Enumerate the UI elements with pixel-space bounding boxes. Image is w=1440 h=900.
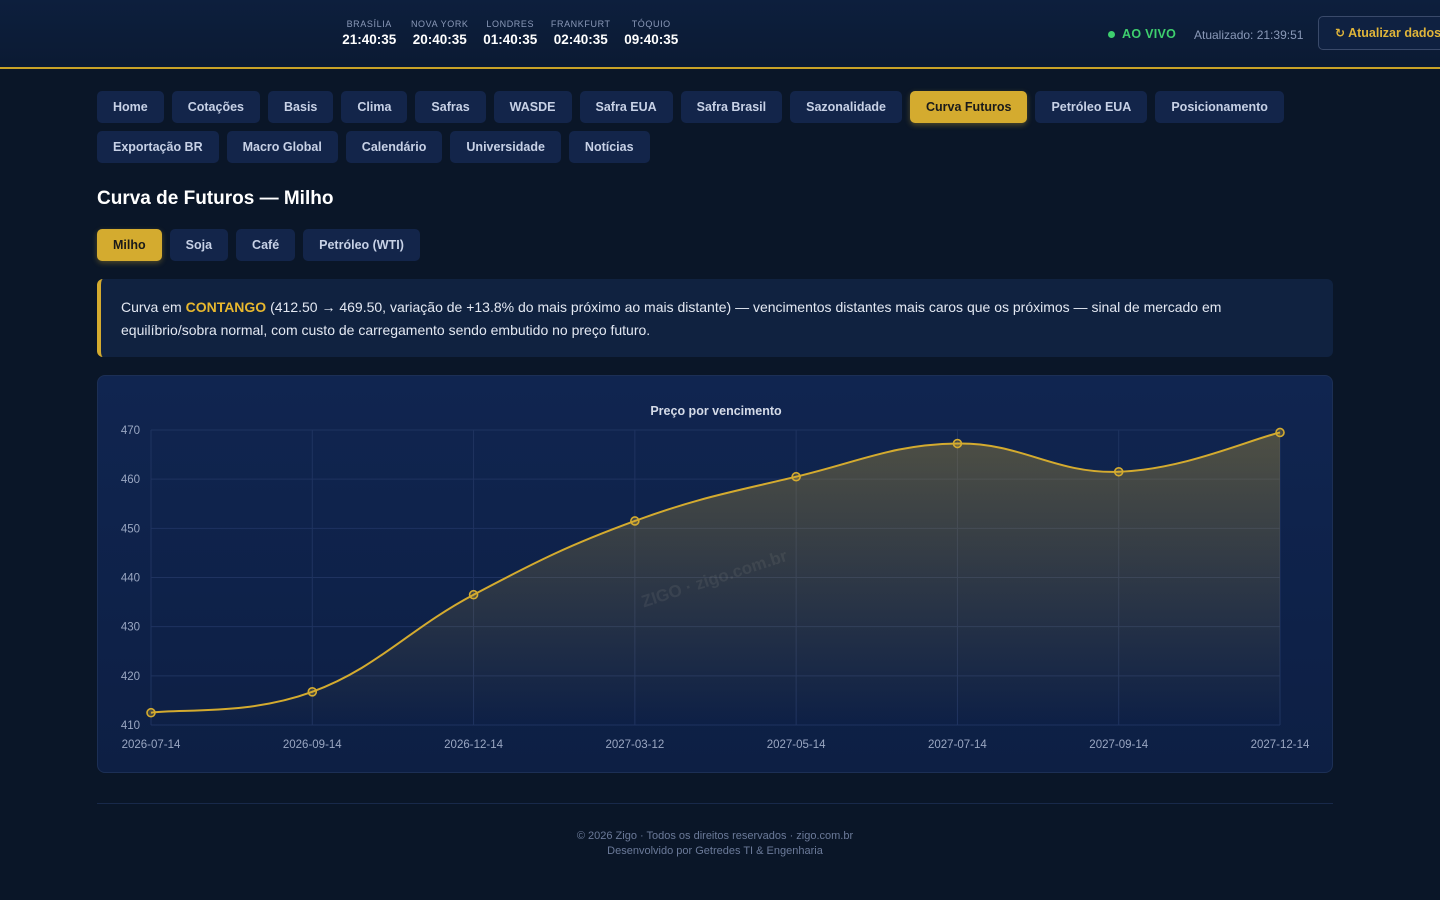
y-tick-label: 450 <box>121 523 140 535</box>
clock-london: LONDRES 01:40:35 <box>475 19 546 47</box>
nav-posicionamento[interactable]: Posicionamento <box>1155 91 1284 123</box>
footer: © 2026 Zigo · Todos os direitos reservad… <box>0 829 1430 859</box>
clock-city: TÓQUIO <box>631 19 671 29</box>
x-tick-label: 2027-09-14 <box>1089 739 1148 751</box>
nav-curva-futuros[interactable]: Curva Futuros <box>910 91 1028 123</box>
tab-cafe[interactable]: Café <box>236 229 296 261</box>
data-point <box>1275 427 1285 438</box>
last-updated: Atualizado: 21:39:51 <box>1194 28 1304 42</box>
nav-wasde[interactable]: WASDE <box>493 91 572 123</box>
nav-exportacao-br[interactable]: Exportação BR <box>97 131 219 163</box>
tab-petroleo-wti[interactable]: Petróleo (WTI) <box>303 229 420 261</box>
nav-basis[interactable]: Basis <box>268 91 334 123</box>
futures-curve-chart: Preço por vencimento 410 420 430 440 450 460 47… <box>121 404 1310 751</box>
y-tick-label: 440 <box>121 573 140 585</box>
nav-cotacoes[interactable]: Cotações <box>171 91 261 123</box>
nav-safra-brasil[interactable]: Safra Brasil <box>680 91 783 123</box>
nav-noticias[interactable]: Notícias <box>568 131 650 163</box>
clock-city: BRASÍLIA <box>346 19 392 29</box>
nav-row-1: Home Cotações Basis Clima Safras WASDE S… <box>97 91 1297 123</box>
x-tick-label: 2026-07-14 <box>122 739 181 751</box>
nav-home[interactable]: Home <box>97 91 164 123</box>
y-tick-label: 430 <box>121 622 140 634</box>
main-nav: Home Cotações Basis Clima Safras WASDE S… <box>97 91 1297 171</box>
x-tick-label: 2026-09-14 <box>283 739 342 751</box>
summary-text: (412.50 → 469.50, variação de +13.8% do … <box>121 299 1222 338</box>
refresh-icon: ↻ <box>1335 26 1346 40</box>
clock-time: 21:40:35 <box>342 32 397 47</box>
data-point <box>307 687 318 697</box>
clock-city: FRANKFURT <box>550 19 611 29</box>
nav-clima[interactable]: Clima <box>341 91 408 123</box>
footer-credits: Desenvolvido por Getredes TI & Engenhari… <box>607 845 823 857</box>
footer-divider <box>97 803 1333 804</box>
x-tick-label: 2027-05-14 <box>767 739 826 751</box>
world-clocks: BRASÍLIA 21:40:35 NOVA YORK 20:40:35 LON… <box>334 19 687 47</box>
commodity-tabs: Milho Soja Café Petróleo (WTI) <box>97 229 420 261</box>
y-tick-label: 420 <box>121 671 140 683</box>
curve-state-highlight: CONTANGO <box>185 299 267 315</box>
data-point <box>1113 466 1124 477</box>
x-tick-label: 2027-12-14 <box>1251 739 1310 751</box>
clock-time: 09:40:35 <box>624 32 679 47</box>
page-title: Curva de Futuros — Milho <box>97 188 334 209</box>
footer-copyright: © 2026 Zigo · Todos os direitos reservad… <box>576 830 854 842</box>
clock-city: NOVA YORK <box>410 19 469 29</box>
nav-calendario[interactable]: Calendário <box>345 131 443 163</box>
clock-brasilia: BRASÍLIA 21:40:35 <box>334 19 405 47</box>
nav-safra-eua[interactable]: Safra EUA <box>579 91 673 123</box>
clock-time: 01:40:35 <box>483 32 538 47</box>
nav-sazonalidade[interactable]: Sazonalidade <box>790 91 903 123</box>
refresh-label: Atualizar dados <box>1348 26 1440 40</box>
clock-time: 02:40:35 <box>553 32 608 47</box>
clock-new-york: NOVA YORK 20:40:35 <box>405 19 476 47</box>
nav-safras[interactable]: Safras <box>415 91 486 123</box>
x-tick-label: 2027-07-14 <box>928 739 987 751</box>
y-tick-label: 470 <box>121 425 140 437</box>
x-tick-label: 2027-03-12 <box>605 739 664 751</box>
y-tick-label: 410 <box>121 720 140 732</box>
clock-time: 20:40:35 <box>412 32 467 47</box>
refresh-data-button[interactable]: ↻ Atualizar dados <box>1318 16 1440 50</box>
data-point <box>146 707 156 718</box>
clock-frankfurt: FRANKFURT 02:40:35 <box>546 19 617 47</box>
top-header: BRASÍLIA 21:40:35 NOVA YORK 20:40:35 LON… <box>0 0 1440 69</box>
live-status: AO VIVO <box>1108 27 1176 41</box>
curve-summary-box: Curva em CONTANGO (412.50 → 469.50, vari… <box>97 279 1333 357</box>
chart-title: Preço por vencimento <box>650 404 782 418</box>
clock-tokyo: TÓQUIO 09:40:35 <box>616 19 687 47</box>
nav-universidade[interactable]: Universidade <box>450 131 561 163</box>
data-point <box>791 471 801 482</box>
tab-soja[interactable]: Soja <box>169 229 229 261</box>
x-tick-label: 2026-12-14 <box>444 739 503 751</box>
data-point <box>630 516 640 526</box>
series-area <box>151 432 1280 725</box>
nav-macro-global[interactable]: Macro Global <box>226 131 338 163</box>
futures-curve-chart-card: Preço por vencimento 410 420 430 440 450 460 47… <box>97 375 1333 773</box>
data-point <box>952 438 963 449</box>
y-tick-label: 460 <box>121 474 140 486</box>
summary-prefix: Curva em <box>121 299 186 315</box>
nav-row-2: Exportação BR Macro Global Calendário Un… <box>97 131 1297 163</box>
live-dot-icon <box>1108 30 1115 38</box>
clock-city: LONDRES <box>486 19 535 29</box>
nav-petroleo-eua[interactable]: Petróleo EUA <box>1035 91 1148 123</box>
data-point <box>468 589 479 600</box>
live-label: AO VIVO <box>1122 27 1177 41</box>
tab-milho[interactable]: Milho <box>97 229 162 261</box>
